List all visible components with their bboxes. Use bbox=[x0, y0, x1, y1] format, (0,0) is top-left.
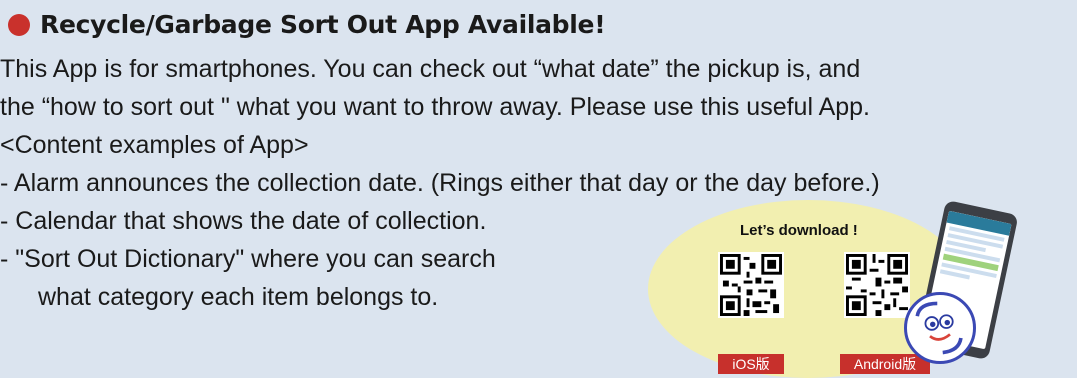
page-title: Recycle/Garbage Sort Out App Available! bbox=[8, 10, 606, 39]
android-qr-graphic bbox=[846, 254, 908, 316]
ios-qr-code[interactable] bbox=[718, 252, 784, 318]
description-line: This App is for smartphones. You can che… bbox=[0, 55, 861, 83]
content-examples-heading: <Content examples of App> bbox=[0, 131, 309, 159]
ios-qr-graphic bbox=[720, 254, 782, 316]
mascot-face bbox=[915, 301, 963, 355]
ios-store-label[interactable]: iOS版 bbox=[718, 354, 784, 374]
description-line: the “how to sort out " what you want to … bbox=[0, 93, 870, 121]
title-text: Recycle/Garbage Sort Out App Available! bbox=[40, 10, 606, 39]
android-qr-code[interactable] bbox=[844, 252, 910, 318]
mascot-icon bbox=[904, 292, 976, 364]
download-label: Let’s download ! bbox=[740, 222, 858, 239]
red-bullet-icon bbox=[8, 13, 30, 36]
feature-item-alarm: - Alarm announces the collection date. (… bbox=[0, 169, 880, 197]
